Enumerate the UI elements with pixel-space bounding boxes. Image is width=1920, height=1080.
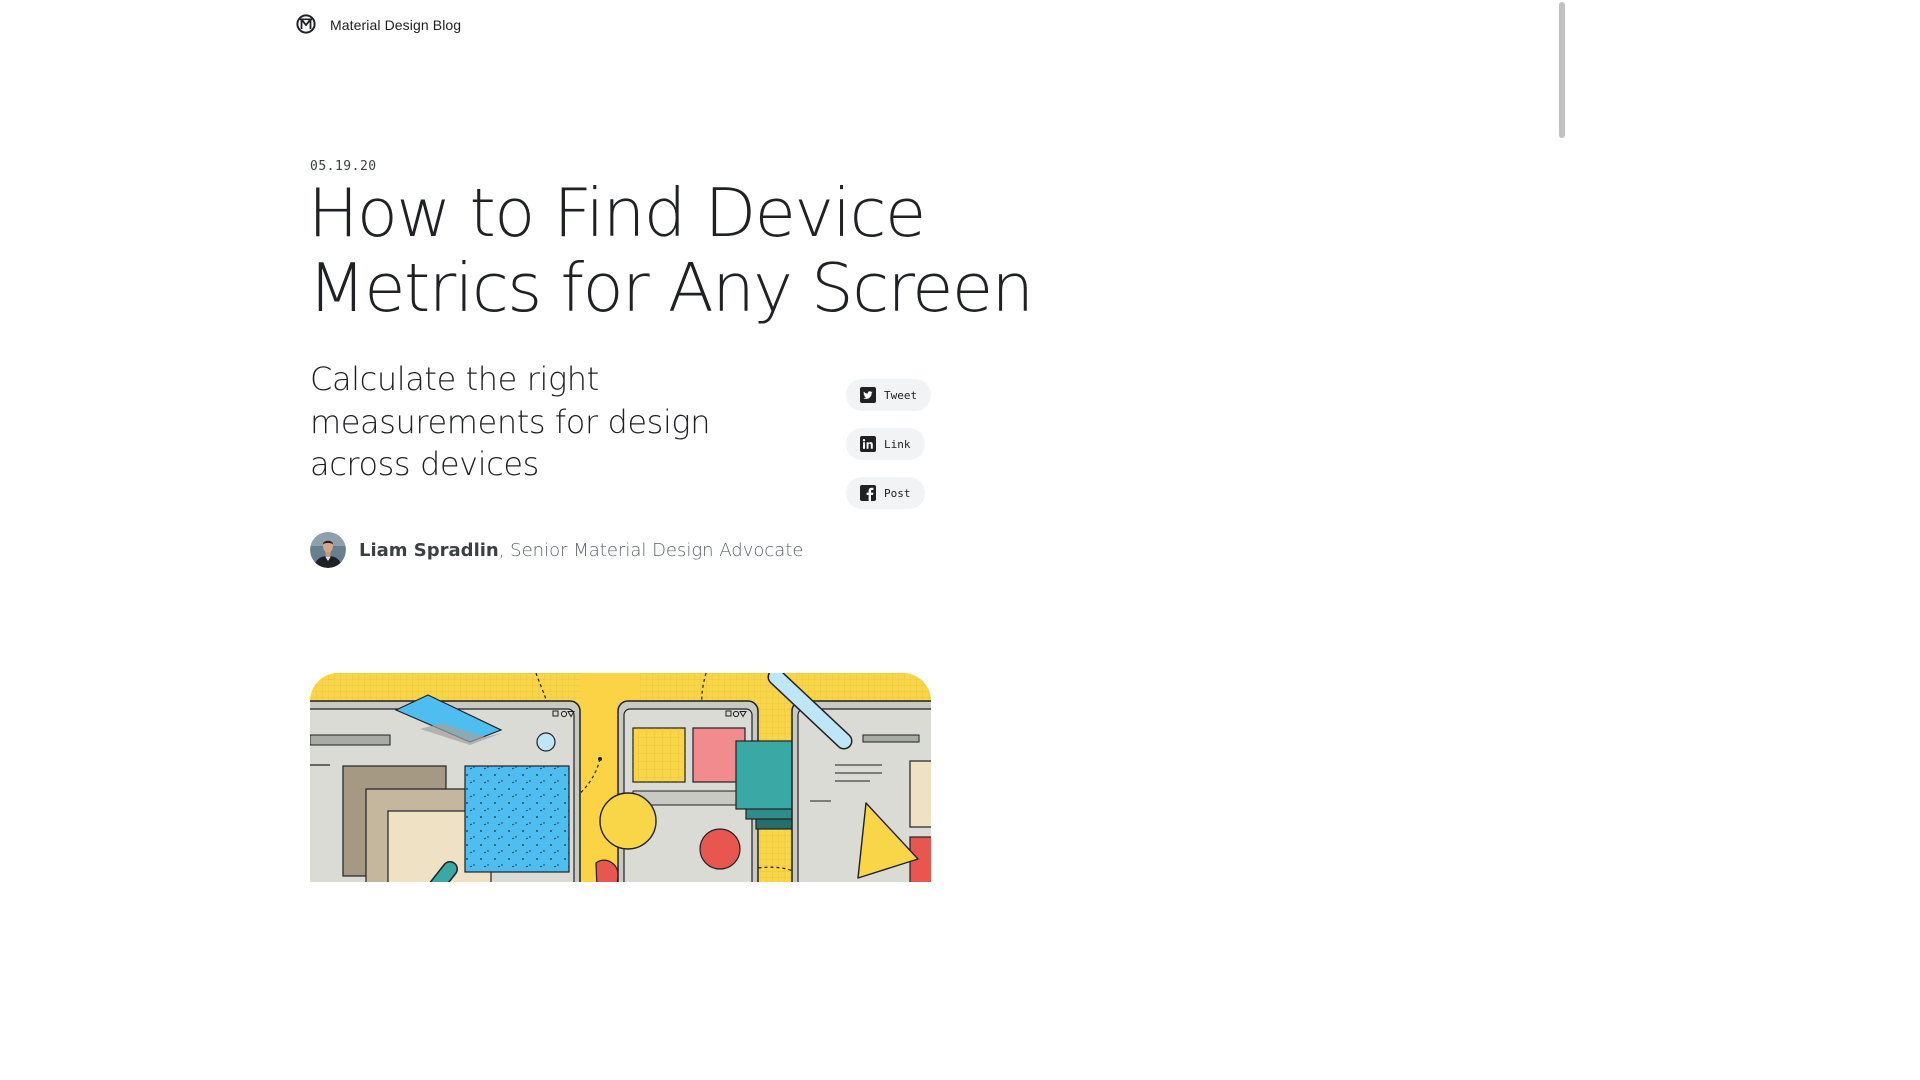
author-name[interactable]: Liam Spradlin — [359, 540, 499, 561]
facebook-label: Post — [884, 486, 911, 500]
page: Material Design Blog 05.19.20 How to Fin… — [0, 0, 1568, 882]
post-date: 05.19.20 — [310, 159, 377, 174]
linkedin-label: Link — [884, 437, 911, 451]
post-title-line-2: Metrics for Any Screen — [308, 249, 1034, 327]
author-text: Liam Spradlin, Senior Material Design Ad… — [359, 540, 803, 561]
post-title: How to Find Device Metrics for Any Scree… — [308, 176, 1108, 326]
post-title-line-1: How to Find Device — [308, 174, 926, 252]
site-title: Material Design Blog — [330, 17, 462, 33]
tweet-button[interactable]: Tweet — [846, 379, 932, 411]
linkedin-icon — [860, 436, 876, 452]
share-buttons: Tweet Link Post — [846, 379, 932, 509]
twitter-icon — [860, 387, 876, 403]
material-logo-icon — [296, 14, 316, 34]
author-role: , Senior Material Design Advocate — [498, 539, 804, 561]
post-subtitle: Calculate the right measurements for des… — [310, 360, 711, 483]
tweet-label: Tweet — [884, 388, 918, 402]
author-avatar[interactable] — [310, 532, 346, 568]
linkedin-share-button[interactable]: Link — [846, 428, 925, 460]
page-scrollbar[interactable] — [1554, 0, 1568, 882]
hero-illustration — [310, 673, 931, 882]
facebook-share-button[interactable]: Post — [846, 477, 925, 509]
scrollbar-thumb[interactable] — [1559, 2, 1565, 138]
facebook-icon — [860, 485, 876, 501]
site-home-link[interactable]: Material Design Blog — [296, 14, 461, 34]
author-byline: Liam Spradlin, Senior Material Design Ad… — [310, 532, 803, 568]
